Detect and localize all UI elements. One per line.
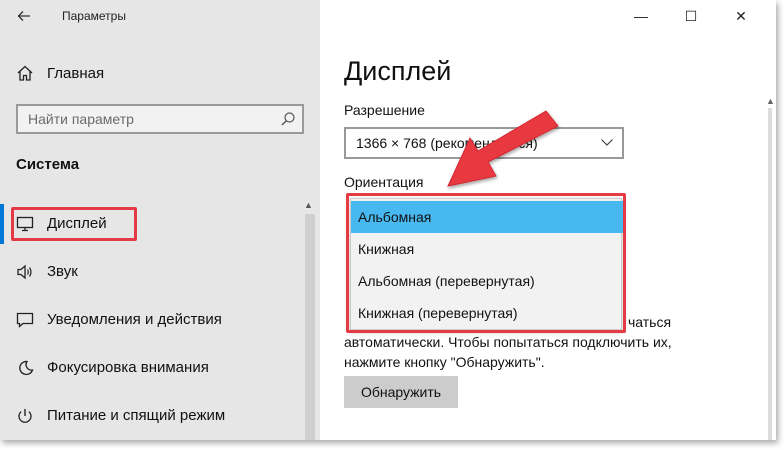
main-content: — ☐ ✕ Дисплей Разрешение 1366 × 768 (рек…	[320, 0, 776, 440]
sidebar-item-focus-assist[interactable]: Фокусировка внимания	[0, 348, 320, 388]
page-title: Дисплей	[344, 56, 452, 86]
chevron-down-icon	[601, 139, 613, 146]
description-line: нажмите кнопку "Обнаружить".	[344, 354, 545, 370]
maximize-button[interactable]: ☐	[666, 0, 716, 32]
settings-window: Параметры Главная Найти параметр Система…	[0, 0, 776, 440]
back-button[interactable]	[14, 6, 34, 26]
sidebar-scrollbar[interactable]	[305, 214, 315, 440]
sidebar-item-home[interactable]: Главная	[0, 56, 320, 90]
resolution-label: Разрешение	[344, 102, 425, 118]
sidebar-item-notifications[interactable]: Уведомления и действия	[0, 300, 320, 340]
resolution-value: 1366 × 768 (рекомендуется)	[356, 135, 538, 151]
speaker-icon	[17, 264, 32, 280]
detect-button[interactable]: Обнаружить	[344, 376, 458, 408]
sidebar-item-label: Уведомления и действия	[47, 311, 222, 328]
sidebar-item-label: Фокусировка внимания	[47, 359, 209, 376]
highlight-box-display	[11, 207, 137, 241]
home-icon	[17, 65, 33, 81]
orientation-label: Ориентация	[344, 174, 424, 190]
close-button[interactable]: ✕	[716, 0, 766, 32]
resolution-select[interactable]: 1366 × 768 (рекомендуется)	[344, 127, 624, 159]
description-line: автоматически. Чтобы попытаться подключи…	[344, 334, 672, 350]
notification-icon	[16, 312, 34, 328]
minimize-button[interactable]: —	[616, 0, 666, 32]
sidebar-item-power[interactable]: Питание и спящий режим	[0, 396, 320, 436]
arrow-left-icon	[17, 11, 30, 21]
sidebar: Параметры Главная Найти параметр Система…	[0, 0, 320, 440]
search-input[interactable]: Найти параметр	[16, 104, 304, 134]
search-placeholder: Найти параметр	[28, 111, 134, 127]
main-scrollbar[interactable]	[768, 108, 772, 440]
scroll-up-arrow[interactable]: ▲	[304, 200, 313, 210]
sidebar-item-label: Главная	[47, 65, 105, 82]
sidebar-item-label: Питание и спящий режим	[47, 407, 226, 424]
moon-icon	[19, 360, 34, 376]
highlight-box-dropdown	[346, 193, 626, 333]
section-title: Система	[16, 156, 80, 173]
scroll-up-arrow[interactable]: ▲	[766, 96, 775, 106]
sidebar-item-sound[interactable]: Звук	[0, 252, 320, 292]
title-bar: Параметры	[0, 0, 320, 32]
app-title: Параметры	[62, 9, 126, 23]
power-icon	[18, 409, 32, 423]
window-controls: — ☐ ✕	[616, 0, 776, 32]
sidebar-item-label: Звук	[47, 263, 78, 280]
description-line: чаться	[628, 314, 672, 330]
search-icon	[281, 112, 295, 126]
